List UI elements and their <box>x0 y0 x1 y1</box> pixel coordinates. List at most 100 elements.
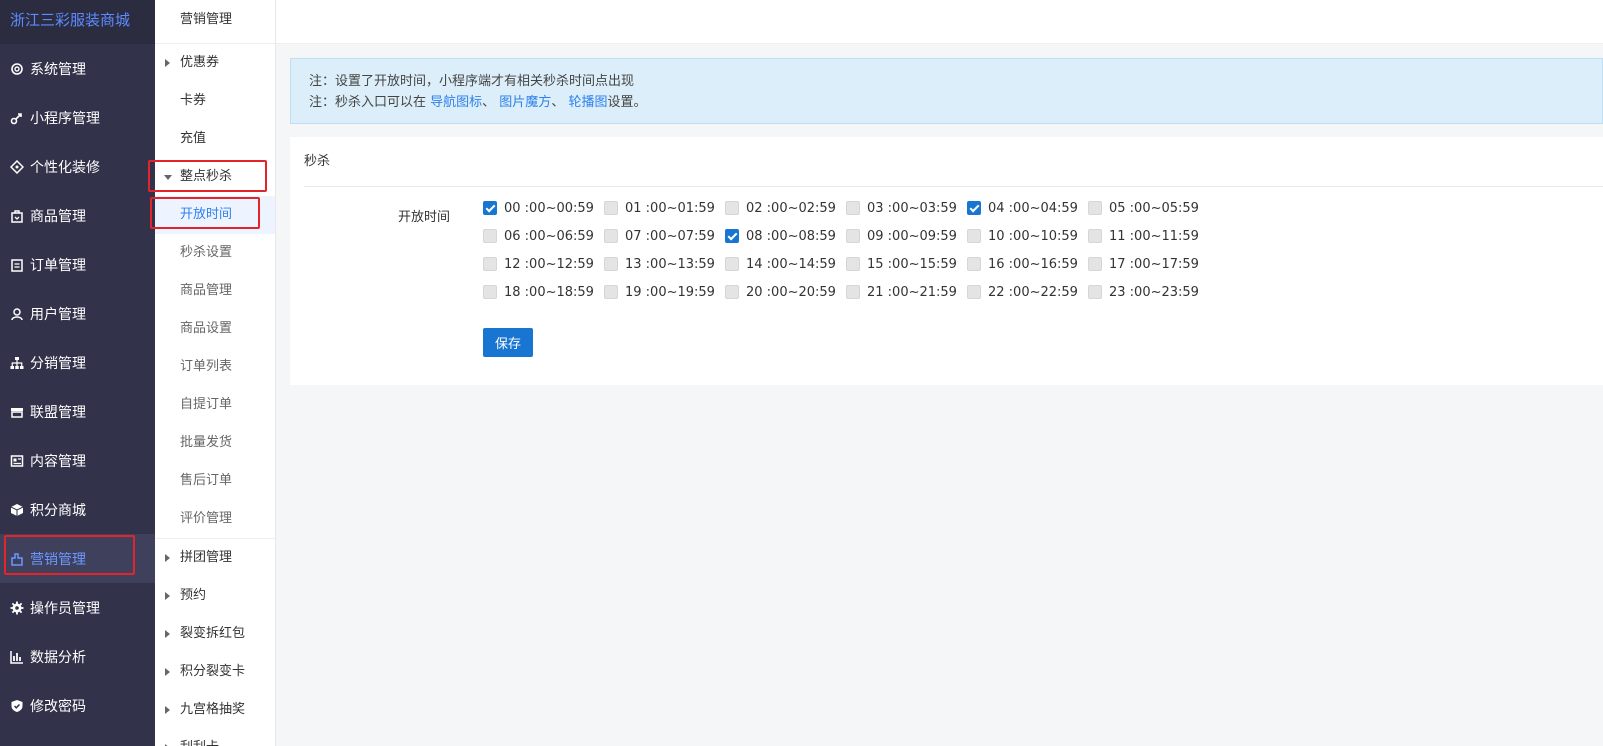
time-slot-checkbox[interactable] <box>1088 201 1102 215</box>
submenu-item-10[interactable]: 批量发货 <box>155 424 275 462</box>
sidebar-item-11[interactable]: 操作员管理 <box>0 583 155 632</box>
bar-chart-icon <box>10 650 24 664</box>
sidebar-item-8[interactable]: 内容管理 <box>0 436 155 485</box>
submenu-item-16[interactable]: 积分裂变卡 <box>155 653 275 691</box>
time-slot-label: 05 :00~05:59 <box>1109 200 1199 216</box>
time-slot-option[interactable]: 18 :00~18:59 <box>483 283 604 301</box>
time-slot-checkbox[interactable] <box>846 201 860 215</box>
submenu-item-3[interactable]: 整点秒杀 <box>155 158 275 196</box>
time-slot-option[interactable]: 05 :00~05:59 <box>1088 199 1209 217</box>
time-slot-option[interactable]: 10 :00~10:59 <box>967 227 1088 245</box>
submenu-item-15[interactable]: 裂变拆红包 <box>155 615 275 653</box>
submenu-item-label: 商品管理 <box>180 283 233 298</box>
time-slot-checkbox[interactable] <box>846 229 860 243</box>
time-slot-option[interactable]: 06 :00~06:59 <box>483 227 604 245</box>
sidebar-item-7[interactable]: 联盟管理 <box>0 387 155 436</box>
sidebar-item-label: 系统管理 <box>30 61 86 78</box>
time-slot-checkbox[interactable] <box>604 229 618 243</box>
time-slot-checkbox[interactable] <box>846 285 860 299</box>
submenu-item-11[interactable]: 售后订单 <box>155 462 275 500</box>
time-slot-checkbox[interactable] <box>1088 285 1102 299</box>
submenu-item-18[interactable]: 刮刮卡 <box>155 729 275 746</box>
sidebar-item-5[interactable]: 用户管理 <box>0 289 155 338</box>
submenu-item-13[interactable]: 拼团管理 <box>155 539 275 577</box>
sidebar-item-10[interactable]: 营销管理 <box>0 534 155 583</box>
time-slot-option[interactable]: 01 :00~01:59 <box>604 199 725 217</box>
submenu-item-0[interactable]: 优惠券 <box>155 44 275 82</box>
submenu-item-7[interactable]: 商品设置 <box>155 310 275 348</box>
submenu-item-8[interactable]: 订单列表 <box>155 348 275 386</box>
time-slot-checkbox[interactable] <box>846 257 860 271</box>
time-slot-option[interactable]: 14 :00~14:59 <box>725 255 846 273</box>
time-slot-option[interactable]: 20 :00~20:59 <box>725 283 846 301</box>
time-slot-option[interactable]: 12 :00~12:59 <box>483 255 604 273</box>
submenu-item-2[interactable]: 充值 <box>155 120 275 158</box>
time-slot-option[interactable]: 21 :00~21:59 <box>846 283 967 301</box>
time-slot-option[interactable]: 08 :00~08:59 <box>725 227 846 245</box>
time-slot-option[interactable]: 07 :00~07:59 <box>604 227 725 245</box>
time-slot-checkbox[interactable] <box>725 229 739 243</box>
caret-right-icon <box>165 668 170 676</box>
time-slot-option[interactable]: 03 :00~03:59 <box>846 199 967 217</box>
time-slot-checkbox[interactable] <box>1088 257 1102 271</box>
time-slot-checkbox[interactable] <box>967 229 981 243</box>
time-slot-option[interactable]: 22 :00~22:59 <box>967 283 1088 301</box>
sidebar-item-0[interactable]: 系统管理 <box>0 44 155 93</box>
time-slot-option[interactable]: 23 :00~23:59 <box>1088 283 1209 301</box>
sidebar-item-label: 个性化装修 <box>30 159 100 176</box>
caret-right-icon <box>165 630 170 638</box>
sidebar-item-2[interactable]: 个性化装修 <box>0 142 155 191</box>
submenu-title: 营销管理 <box>155 0 275 44</box>
sidebar-item-13[interactable]: 修改密码 <box>0 681 155 730</box>
time-slot-checkbox[interactable] <box>725 257 739 271</box>
submenu-item-4[interactable]: 开放时间 <box>155 196 275 234</box>
save-button[interactable]: 保存 <box>483 328 533 357</box>
submenu-item-1[interactable]: 卡券 <box>155 82 275 120</box>
time-slot-checkbox[interactable] <box>725 285 739 299</box>
time-slot-label: 15 :00~15:59 <box>867 256 957 272</box>
sidebar-item-9[interactable]: 积分商城 <box>0 485 155 534</box>
submenu-item-9[interactable]: 自提订单 <box>155 386 275 424</box>
submenu-item-6[interactable]: 商品管理 <box>155 272 275 310</box>
sidebar-item-4[interactable]: 订单管理 <box>0 240 155 289</box>
time-slot-checkbox[interactable] <box>483 229 497 243</box>
submenu-item-label: 预约 <box>180 588 207 603</box>
shield-icon <box>10 699 24 713</box>
sidebar-item-3[interactable]: 商品管理 <box>0 191 155 240</box>
sidebar-item-6[interactable]: 分销管理 <box>0 338 155 387</box>
time-slot-label: 14 :00~14:59 <box>746 256 836 272</box>
time-slot-checkbox[interactable] <box>967 285 981 299</box>
submenu-item-14[interactable]: 预约 <box>155 577 275 615</box>
submenu-item-5[interactable]: 秒杀设置 <box>155 234 275 272</box>
time-slot-option[interactable]: 16 :00~16:59 <box>967 255 1088 273</box>
time-slot-option[interactable]: 00 :00~00:59 <box>483 199 604 217</box>
time-slot-checkbox[interactable] <box>1088 229 1102 243</box>
time-slot-option[interactable]: 13 :00~13:59 <box>604 255 725 273</box>
time-slot-label: 11 :00~11:59 <box>1109 228 1199 244</box>
time-slot-checkbox[interactable] <box>725 201 739 215</box>
time-slot-option[interactable]: 02 :00~02:59 <box>725 199 846 217</box>
time-slot-checkbox[interactable] <box>483 285 497 299</box>
time-slot-checkbox[interactable] <box>967 201 981 215</box>
time-slot-option[interactable]: 19 :00~19:59 <box>604 283 725 301</box>
carousel-link[interactable]: 轮播图 <box>568 95 607 110</box>
time-slot-checkbox[interactable] <box>483 257 497 271</box>
sidebar-item-1[interactable]: 小程序管理 <box>0 93 155 142</box>
sidebar-item-12[interactable]: 数据分析 <box>0 632 155 681</box>
time-slot-checkbox[interactable] <box>483 201 497 215</box>
time-slot-option[interactable]: 11 :00~11:59 <box>1088 227 1209 245</box>
nav-icon-link[interactable]: 导航图标 <box>430 95 482 110</box>
sidebar-item-label: 数据分析 <box>30 649 86 666</box>
time-slot-option[interactable]: 09 :00~09:59 <box>846 227 967 245</box>
time-slot-option[interactable]: 17 :00~17:59 <box>1088 255 1209 273</box>
caret-right-icon <box>165 706 170 714</box>
time-slot-checkbox[interactable] <box>967 257 981 271</box>
time-slot-checkbox[interactable] <box>604 285 618 299</box>
time-slot-option[interactable]: 15 :00~15:59 <box>846 255 967 273</box>
time-slot-option[interactable]: 04 :00~04:59 <box>967 199 1088 217</box>
submenu-item-17[interactable]: 九宫格抽奖 <box>155 691 275 729</box>
image-cube-link[interactable]: 图片魔方 <box>499 95 551 110</box>
submenu-item-12[interactable]: 评价管理 <box>155 500 275 538</box>
time-slot-checkbox[interactable] <box>604 257 618 271</box>
time-slot-checkbox[interactable] <box>604 201 618 215</box>
